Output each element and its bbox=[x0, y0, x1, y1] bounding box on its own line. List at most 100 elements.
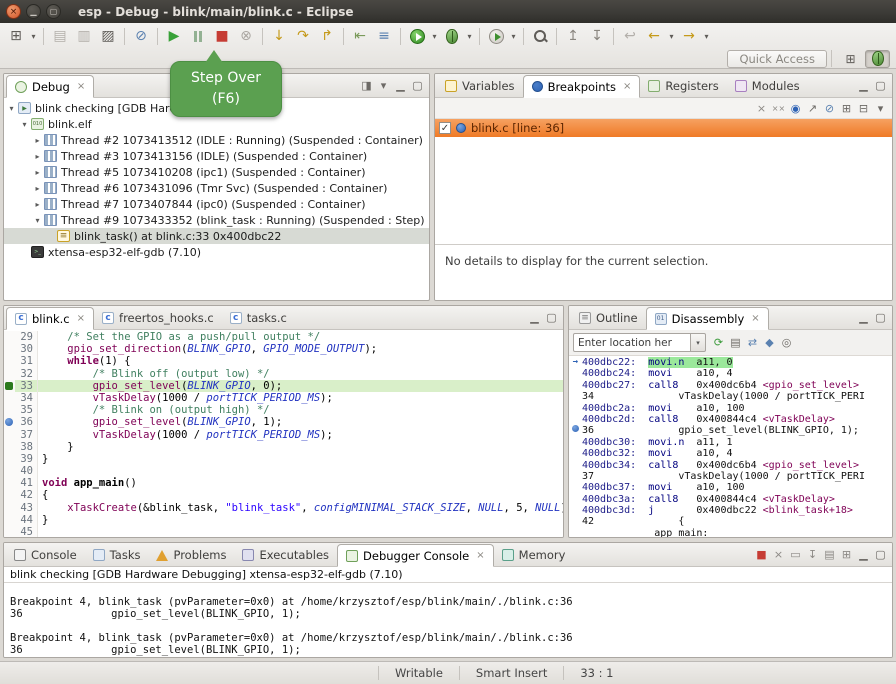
code-line[interactable]: 38 } bbox=[4, 441, 563, 453]
disassembly-line[interactable]: app_main: bbox=[569, 528, 892, 537]
tab-executables[interactable]: Executables bbox=[234, 544, 337, 566]
marker-gutter[interactable] bbox=[4, 465, 15, 477]
window-minimize-button[interactable]: ▁ bbox=[26, 4, 41, 19]
maximize-icon[interactable]: ▢ bbox=[872, 309, 889, 326]
marker-gutter[interactable] bbox=[4, 343, 15, 355]
debug-tree-item[interactable]: ▸Thread #2 1073413512 (IDLE : Running) (… bbox=[4, 132, 429, 148]
view-menu-icon[interactable]: ▾ bbox=[375, 77, 392, 94]
disassembly-line[interactable]: 36 gpio_set_level(BLINK_GPIO, 1); bbox=[569, 425, 892, 436]
marker-gutter[interactable] bbox=[4, 441, 15, 453]
layout-icon[interactable]: ◨ bbox=[358, 77, 375, 94]
instruction-stepping-icon[interactable]: ≡ bbox=[373, 25, 395, 47]
maximize-icon[interactable]: ▢ bbox=[543, 309, 560, 326]
drop-to-frame-icon[interactable]: ⇤ bbox=[349, 25, 371, 47]
expander-icon[interactable]: ▸ bbox=[32, 152, 43, 161]
code-line[interactable]: 43 xTaskCreate(&blink_task, "blink_task"… bbox=[4, 502, 563, 514]
titlebar[interactable]: × ▁ ▢ esp - Debug - blink/main/blink.c -… bbox=[0, 0, 896, 23]
code-line[interactable]: 36 gpio_set_level(BLINK_GPIO, 1); bbox=[4, 416, 563, 428]
line-number[interactable]: 33 bbox=[15, 380, 38, 392]
expander-icon[interactable]: ▸ bbox=[32, 168, 43, 177]
disassembly-content[interactable]: →400dbc22: movi.n a11, 0400dbc24: movi a… bbox=[569, 356, 892, 537]
line-number[interactable]: 45 bbox=[15, 526, 38, 537]
console-output[interactable]: Breakpoint 4, blink_task (pvParameter=0x… bbox=[4, 583, 892, 657]
code-line[interactable]: 37 vTaskDelay(1000 / portTICK_PERIOD_MS)… bbox=[4, 429, 563, 441]
step-into-icon[interactable]: ↓ bbox=[268, 25, 290, 47]
disassembly-line[interactable]: 400dbc2d: call8 0x400844c4 <vTaskDelay> bbox=[569, 414, 892, 425]
expander-icon[interactable]: ▾ bbox=[32, 216, 43, 225]
tab-outline[interactable]: Outline bbox=[571, 307, 646, 329]
line-number[interactable]: 34 bbox=[15, 392, 38, 404]
disassembly-line[interactable]: 400dbc37: movi a10, 100 bbox=[569, 482, 892, 493]
tab-memory[interactable]: Memory bbox=[494, 544, 574, 566]
tab-tasks-c[interactable]: tasks.c bbox=[222, 307, 295, 329]
annotation-prev-icon[interactable]: ↥ bbox=[562, 25, 584, 47]
run-icon[interactable] bbox=[406, 25, 428, 47]
refresh-icon[interactable]: ⟳ bbox=[710, 334, 727, 351]
annotation-next-icon[interactable]: ↧ bbox=[586, 25, 608, 47]
disassembly-line[interactable]: 400dbc3d: j 0x400dbc22 <blink_task+18> bbox=[569, 505, 892, 516]
debug-perspective-button[interactable] bbox=[865, 50, 890, 68]
code-text[interactable]: /* Blink off (output low) */ bbox=[38, 368, 563, 380]
save-icon[interactable]: ▤ bbox=[49, 25, 71, 47]
disassembly-line[interactable]: →400dbc22: movi.n a11, 0 bbox=[569, 357, 892, 368]
remove-launch-icon[interactable]: × bbox=[770, 546, 787, 563]
resume-icon[interactable]: ▶ bbox=[163, 25, 185, 47]
go-to-file-icon[interactable]: ↗ bbox=[804, 100, 821, 117]
sync-icon[interactable]: ⇄ bbox=[744, 334, 761, 351]
code-line[interactable]: 45 bbox=[4, 526, 563, 537]
line-number[interactable]: 31 bbox=[15, 355, 38, 367]
collapse-all-icon[interactable]: ⊟ bbox=[855, 100, 872, 117]
open-perspective-button[interactable]: ⊞ bbox=[838, 50, 863, 68]
back-icon[interactable]: ← bbox=[643, 25, 665, 47]
expander-icon[interactable]: ▸ bbox=[32, 200, 43, 209]
close-icon[interactable]: × bbox=[77, 81, 85, 92]
code-line[interactable]: 34 vTaskDelay(1000 / portTICK_PERIOD_MS)… bbox=[4, 392, 563, 404]
expander-icon[interactable]: ▸ bbox=[32, 184, 43, 193]
marker-gutter[interactable] bbox=[4, 489, 15, 501]
marker-gutter[interactable] bbox=[4, 453, 15, 465]
close-icon[interactable]: × bbox=[476, 550, 484, 561]
code-text[interactable]: /* Blink on (output high) */ bbox=[38, 404, 563, 416]
code-text[interactable]: gpio_set_direction(BLINK_GPIO, GPIO_MODE… bbox=[38, 343, 563, 355]
run-dropdown-icon[interactable]: ▾ bbox=[430, 25, 439, 47]
window-close-button[interactable]: × bbox=[6, 4, 21, 19]
disassembly-line[interactable]: 400dbc24: movi a10, 4 bbox=[569, 368, 892, 379]
marker-gutter[interactable] bbox=[4, 477, 15, 489]
code-text[interactable]: { bbox=[38, 489, 563, 501]
tab-tasks[interactable]: Tasks bbox=[85, 544, 149, 566]
terminate-icon[interactable]: ■ bbox=[211, 25, 233, 47]
skip-breakpoints-icon[interactable]: ⊘ bbox=[130, 25, 152, 47]
disassembly-line[interactable]: 37 vTaskDelay(1000 / portTICK_PERI bbox=[569, 471, 892, 482]
remove-icon[interactable]: × bbox=[753, 100, 770, 117]
tab-console[interactable]: Console bbox=[6, 544, 85, 566]
line-number[interactable]: 32 bbox=[15, 368, 38, 380]
back-dropdown-icon[interactable]: ▾ bbox=[667, 25, 676, 47]
debug-tree-item[interactable]: ▸Thread #5 1073410208 (ipc1) (Suspended … bbox=[4, 164, 429, 180]
code-line[interactable]: 39} bbox=[4, 453, 563, 465]
new-dropdown-icon[interactable]: ▾ bbox=[29, 25, 38, 47]
debug-tree-item[interactable]: blink_task() at blink.c:33 0x400dbc22 bbox=[4, 228, 429, 244]
code-line[interactable]: 30 gpio_set_direction(BLINK_GPIO, GPIO_M… bbox=[4, 343, 563, 355]
tab-variables[interactable]: Variables bbox=[437, 75, 523, 97]
expander-icon[interactable]: ▾ bbox=[6, 104, 17, 113]
code-line[interactable]: 29 /* Set the GPIO as a push/pull output… bbox=[4, 331, 563, 343]
new-icon[interactable]: ⊞ bbox=[5, 25, 27, 47]
debug-dropdown-icon[interactable]: ▾ bbox=[465, 25, 474, 47]
display-console-icon[interactable]: ▤ bbox=[821, 546, 838, 563]
code-text[interactable]: gpio_set_level(BLINK_GPIO, 1); bbox=[38, 416, 563, 428]
external-tools-icon[interactable] bbox=[485, 25, 507, 47]
search-icon[interactable] bbox=[529, 25, 551, 47]
debug-icon[interactable] bbox=[441, 25, 463, 47]
breakpoint-row[interactable]: blink.c [line: 36] bbox=[435, 119, 892, 137]
line-number[interactable]: 40 bbox=[15, 465, 38, 477]
maximize-icon[interactable]: ▢ bbox=[872, 77, 889, 94]
step-over-icon[interactable]: ↷ bbox=[292, 25, 314, 47]
marker-gutter[interactable] bbox=[4, 355, 15, 367]
marker-gutter[interactable] bbox=[4, 502, 15, 514]
debug-tree-item[interactable]: ▸Thread #7 1073407844 (ipc0) (Suspended … bbox=[4, 196, 429, 212]
minimize-icon[interactable]: ▁ bbox=[392, 77, 409, 94]
view-menu-icon[interactable]: ▾ bbox=[872, 100, 889, 117]
flag-icon[interactable]: ◆ bbox=[761, 334, 778, 351]
code-text[interactable]: vTaskDelay(1000 / portTICK_PERIOD_MS); bbox=[38, 392, 563, 404]
expand-all-icon[interactable]: ⊞ bbox=[838, 100, 855, 117]
